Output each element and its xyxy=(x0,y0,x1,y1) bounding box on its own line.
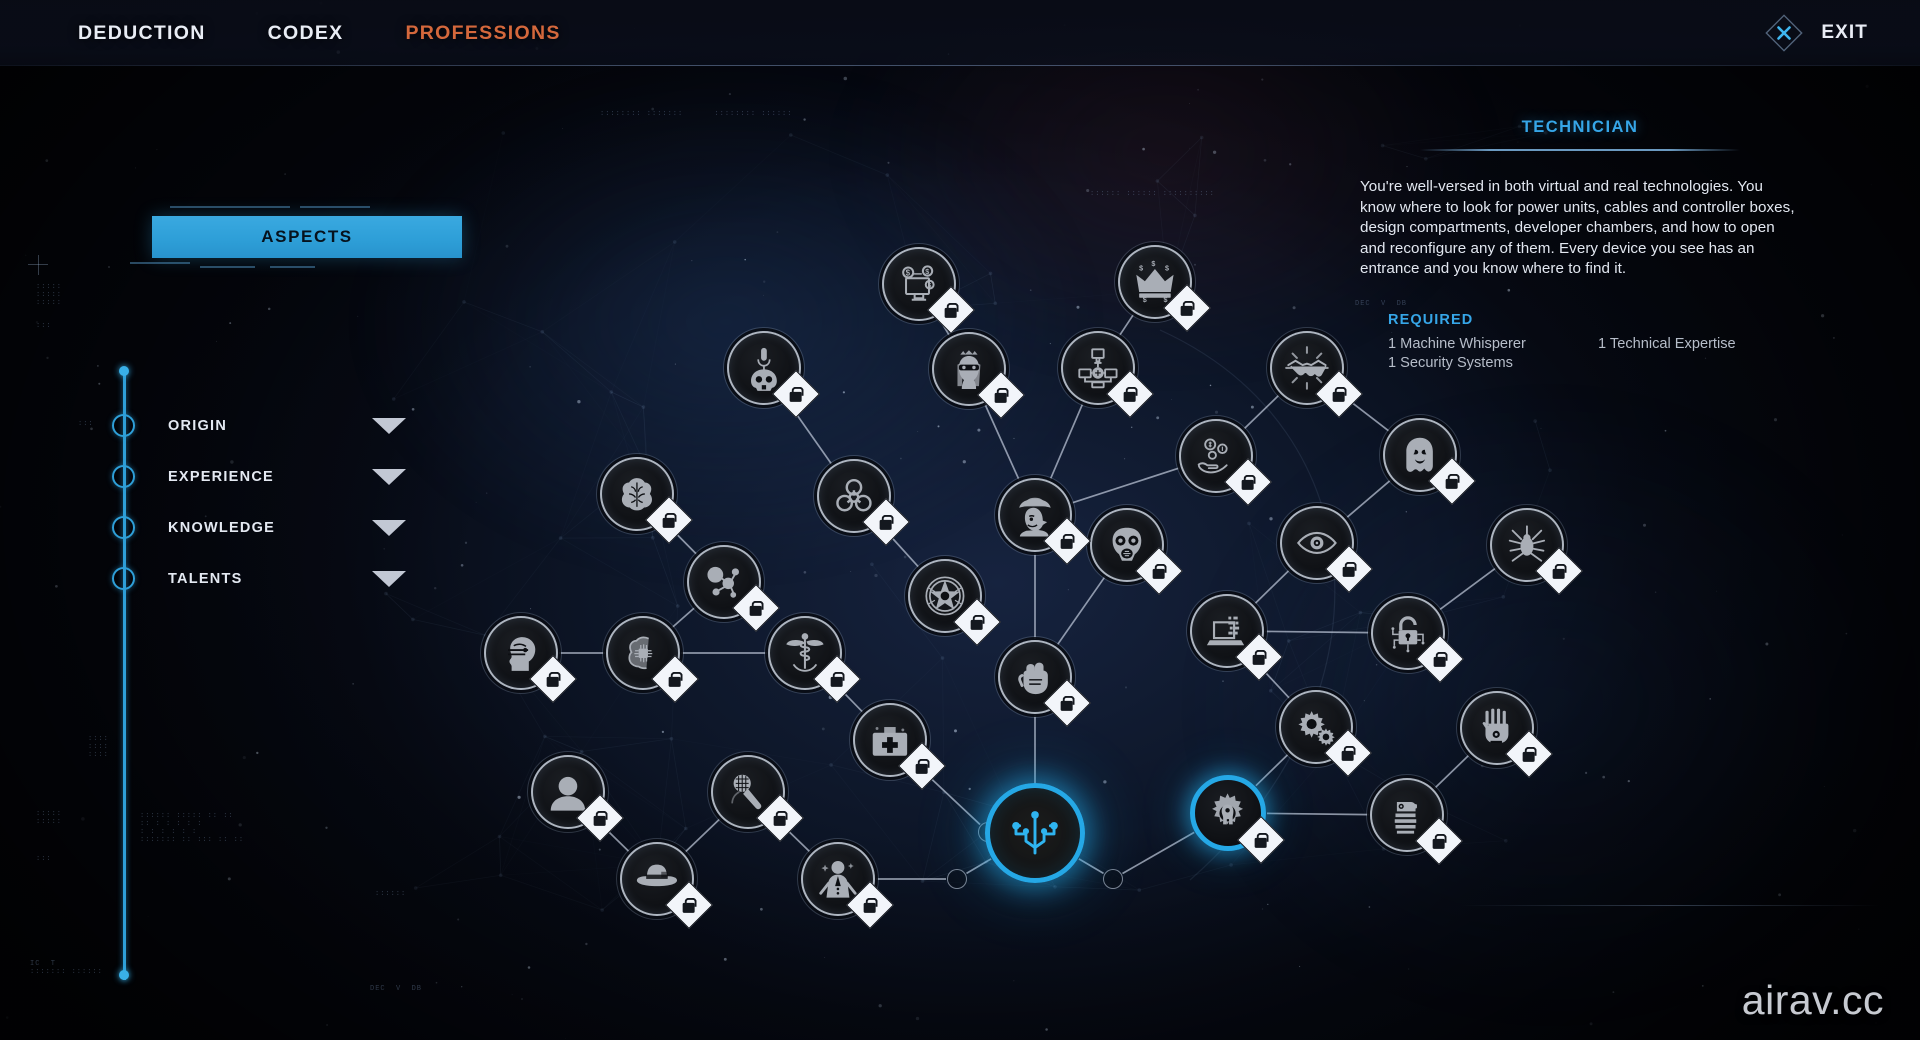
skill-node-molecule[interactable] xyxy=(683,541,781,633)
requirement-item-0: 1 Machine Whisperer xyxy=(1388,335,1526,352)
aspects-deco-bottom3 xyxy=(270,266,315,268)
sidebar-item-knowledge[interactable]: KNOWLEDGE xyxy=(168,502,428,553)
skill-node-caduceus[interactable] xyxy=(764,612,862,704)
skill-node-technician[interactable] xyxy=(1190,775,1286,865)
skill-node-microphone[interactable] xyxy=(707,751,805,843)
skill-node-biohazard[interactable] xyxy=(813,455,911,547)
connector-dot xyxy=(947,869,967,889)
close-diamond-icon xyxy=(1761,10,1807,56)
sidebar-item-experience[interactable]: EXPERIENCE xyxy=(168,451,428,502)
chevron-down-icon-origin[interactable] xyxy=(372,417,406,434)
skill-node-star-badge[interactable] xyxy=(904,555,1002,647)
rail-line xyxy=(122,372,126,980)
requirement-item-1: 1 Technical Expertise xyxy=(1598,335,1736,352)
skill-node-skull-mic[interactable] xyxy=(723,327,821,419)
skill-node-brain[interactable] xyxy=(596,453,694,545)
watermark: airav.cc xyxy=(1741,977,1884,1023)
aspects-button[interactable]: ASPECTS xyxy=(152,216,462,258)
aspects-deco-top xyxy=(170,206,290,208)
circuit-tree-icon xyxy=(985,783,1085,883)
title-underline xyxy=(1420,149,1740,151)
skill-node-magician[interactable] xyxy=(797,838,895,930)
chevron-down-icon-experience[interactable] xyxy=(372,468,406,485)
nav-tabs: DEDUCTION CODEX PROFESSIONS xyxy=(78,16,623,51)
svg-text:$: $ xyxy=(1143,296,1147,304)
rail-dot-top xyxy=(119,366,129,376)
required-label: REQUIRED xyxy=(1388,311,1474,328)
requirements-list: 1 Machine Whisperer 1 Technical Expertis… xyxy=(1388,336,1800,371)
aspect-list: ORIGIN EXPERIENCE KNOWLEDGE TALENTS xyxy=(168,400,428,604)
rail-ring-experience[interactable] xyxy=(112,465,135,488)
svg-text:$: $ xyxy=(1165,265,1169,273)
sidebar-item-talents[interactable]: TALENTS xyxy=(168,553,428,604)
top-navigation-bar: DEDUCTION CODEX PROFESSIONS EXIT xyxy=(0,0,1920,66)
skill-node-lock-circuit[interactable] xyxy=(1367,592,1465,684)
svg-text:$: $ xyxy=(1139,265,1143,273)
skill-node-ghost[interactable] xyxy=(1379,414,1477,506)
aspects-deco-top2 xyxy=(300,206,370,208)
skill-node-coins-hand[interactable] xyxy=(1175,415,1273,507)
tab-deduction[interactable]: DEDUCTION xyxy=(78,16,206,51)
svg-text:$: $ xyxy=(928,282,932,289)
rail-dot-bottom xyxy=(119,970,129,980)
exit-label: EXIT xyxy=(1821,22,1868,43)
rail-ring-knowledge[interactable] xyxy=(112,516,135,539)
skill-node-cyber-hand[interactable] xyxy=(1456,687,1554,779)
chevron-down-icon-talents[interactable] xyxy=(372,570,406,587)
skill-node-fist[interactable] xyxy=(994,636,1092,728)
aspect-label-experience: EXPERIENCE xyxy=(168,468,274,485)
skill-node-spider[interactable] xyxy=(1486,504,1584,596)
skill-node-brain-chip[interactable] xyxy=(602,612,700,704)
detail-description: You're well-versed in both virtual and r… xyxy=(1360,178,1795,277)
chevron-down-icon-knowledge[interactable] xyxy=(372,519,406,536)
detail-panel: TECHNICIAN You're well-versed in both vi… xyxy=(1360,118,1800,371)
connector-dot xyxy=(1103,869,1123,889)
skill-node-gears[interactable] xyxy=(1275,686,1373,778)
skill-node-spy-woman[interactable] xyxy=(928,328,1026,420)
requirement-item-2: 1 Security Systems xyxy=(1388,354,1513,371)
svg-text:$: $ xyxy=(1151,260,1155,268)
aspects-label: ASPECTS xyxy=(261,227,353,246)
left-sidebar: ASPECTS ORIGIN EXPERIENCE KNOWLEDGE TALE… xyxy=(0,66,500,1040)
aspect-label-origin: ORIGIN xyxy=(168,417,228,434)
rail-ring-talents[interactable] xyxy=(112,567,135,590)
aspects-deco-bottom xyxy=(130,262,190,264)
aspect-label-knowledge: KNOWLEDGE xyxy=(168,519,276,536)
aspect-label-talents: TALENTS xyxy=(168,570,243,587)
skill-node-money-monitor[interactable]: $ $ $ xyxy=(878,243,976,335)
sidebar-item-origin[interactable]: ORIGIN xyxy=(168,400,428,451)
skill-node-detective[interactable] xyxy=(994,474,1092,566)
svg-text:$: $ xyxy=(925,268,929,276)
aspects-rail xyxy=(112,366,135,986)
skill-node-portrait[interactable] xyxy=(527,751,625,843)
aspects-deco-bottom2 xyxy=(200,266,255,268)
skill-node-network[interactable] xyxy=(1057,327,1155,419)
skill-node-medkit[interactable] xyxy=(849,699,947,791)
rail-ring-origin[interactable] xyxy=(112,414,135,437)
skill-node-robot[interactable] xyxy=(1366,774,1464,866)
skill-node-eye[interactable] xyxy=(1276,502,1374,594)
page-title: TECHNICIAN xyxy=(1521,118,1639,136)
skill-node-laptop-code[interactable] xyxy=(1186,590,1284,682)
skill-node-fedora[interactable] xyxy=(616,838,714,930)
skill-node-crown[interactable]: $ $ $ $ $ xyxy=(1114,241,1212,333)
skill-node-root[interactable] xyxy=(985,783,1085,883)
tab-codex[interactable]: CODEX xyxy=(268,16,344,51)
exit-button[interactable]: EXIT xyxy=(1761,0,1868,66)
svg-text:$: $ xyxy=(906,268,911,277)
tab-professions[interactable]: PROFESSIONS xyxy=(405,16,560,51)
skill-node-handshake[interactable] xyxy=(1266,327,1364,419)
skill-node-gas-mask[interactable] xyxy=(1086,504,1184,596)
